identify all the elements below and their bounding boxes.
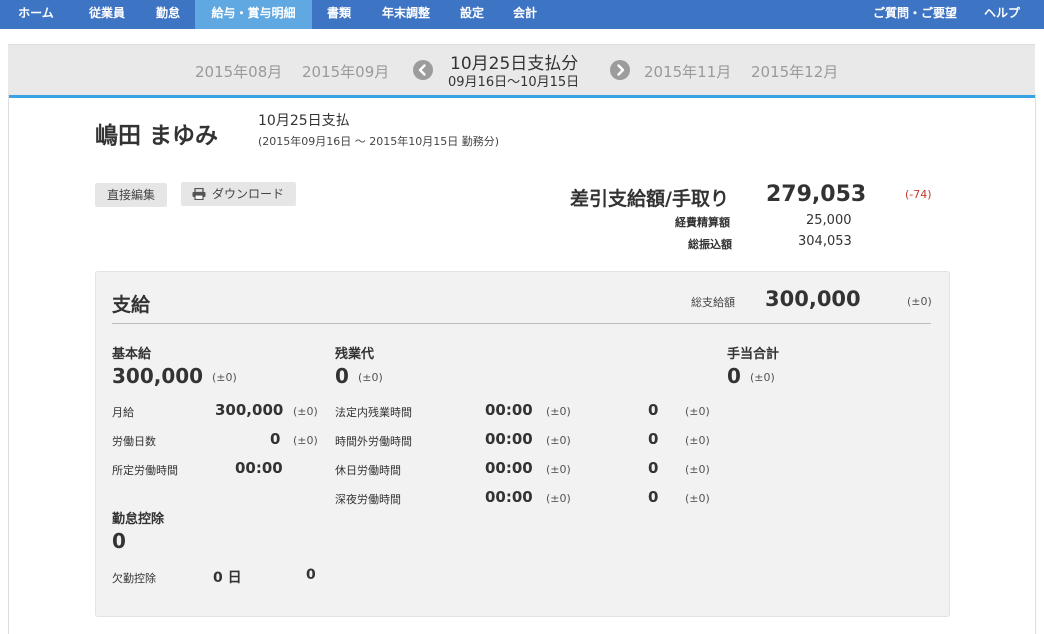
transfer-label: 総振込額 <box>688 238 732 251</box>
ot-row-amount: 0 <box>648 459 659 477</box>
overtime-title: 残業代 <box>335 347 375 362</box>
ot-row-time: 00:00 <box>485 488 533 506</box>
ot-row-amount: 0 <box>648 401 659 419</box>
basic-pay-value: 300,000 <box>112 364 204 388</box>
printer-icon <box>192 187 206 201</box>
nav-attendance[interactable]: 勤怠 <box>142 0 194 29</box>
allowance-title: 手当合計 <box>727 347 780 362</box>
ot-row-time-diff: (±0) <box>546 405 571 418</box>
current-pay-range: 09月16日〜10月15日 <box>448 75 580 90</box>
ot-row-amount-diff: (±0) <box>685 492 710 505</box>
month-link-next-1[interactable]: 2015年11月 <box>644 61 731 82</box>
work-days-value: 0 <box>270 430 281 448</box>
monthly-pay-diff: (±0) <box>293 405 318 418</box>
ot-row-label: 法定内残業時間 <box>335 406 412 419</box>
overtime-diff: (±0) <box>358 371 383 384</box>
ot-row-time-diff: (±0) <box>546 492 571 505</box>
nav-feedback[interactable]: ご質問・ご要望 <box>860 0 970 29</box>
ot-row-amount-diff: (±0) <box>685 405 710 418</box>
ot-row-label: 時間外労働時間 <box>335 435 412 448</box>
next-month-button[interactable] <box>610 60 630 80</box>
ot-row-time-diff: (±0) <box>546 463 571 476</box>
basic-pay-title: 基本給 <box>112 347 152 362</box>
download-label: ダウンロード <box>212 187 285 201</box>
chevron-left-icon <box>418 64 426 76</box>
overtime-value: 0 <box>335 364 349 388</box>
nav-home[interactable]: ホーム <box>0 0 72 29</box>
prev-month-button[interactable] <box>413 60 433 80</box>
month-link-next-2[interactable]: 2015年12月 <box>751 61 838 82</box>
scheduled-hours-label: 所定労働時間 <box>112 464 178 477</box>
nav-help[interactable]: ヘルプ <box>970 0 1034 29</box>
transfer-value: 304,053 <box>798 234 852 249</box>
work-days-label: 労働日数 <box>112 435 156 448</box>
total-pay-diff: (±0) <box>907 295 932 308</box>
monthly-pay-label: 月給 <box>112 406 134 419</box>
nav-payslip[interactable]: 給与・賞与明細 <box>195 0 312 29</box>
direct-edit-label: 直接編集 <box>107 188 156 202</box>
allowance-diff: (±0) <box>750 371 775 384</box>
nav-year-end[interactable]: 年末調整 <box>366 0 446 29</box>
ot-row-amount: 0 <box>648 430 659 448</box>
ot-row-time: 00:00 <box>485 401 533 419</box>
month-link-prev-2[interactable]: 2015年08月 <box>195 61 282 82</box>
nav-settings[interactable]: 設定 <box>446 0 498 29</box>
total-pay-value: 300,000 <box>765 287 861 311</box>
ot-row-amount: 0 <box>648 488 659 506</box>
ot-row-time-diff: (±0) <box>546 434 571 447</box>
chevron-right-icon <box>617 64 625 76</box>
work-period: (2015年09月16日 〜 2015年10月15日 勤務分) <box>258 135 500 148</box>
absence-deduction-value: 0 <box>112 529 126 553</box>
ot-row-amount-diff: (±0) <box>685 434 710 447</box>
payment-title: 支給 <box>112 294 151 316</box>
work-days-diff: (±0) <box>293 434 318 447</box>
expense-value: 25,000 <box>806 213 852 228</box>
month-link-prev-1[interactable]: 2015年09月 <box>302 61 389 82</box>
absence-deduction-title: 勤怠控除 <box>112 512 165 527</box>
monthly-pay-value: 300,000 <box>215 401 284 419</box>
net-pay-label: 差引支給額/手取り <box>570 188 729 210</box>
absence-row-amount: 0 <box>306 567 316 583</box>
nav-accounting[interactable]: 会計 <box>498 0 552 29</box>
absence-row-label: 欠勤控除 <box>112 572 156 585</box>
payment-divider <box>112 323 931 324</box>
basic-pay-diff: (±0) <box>212 371 237 384</box>
employee-name: 嶋田 まゆみ <box>95 123 219 149</box>
ot-row-time: 00:00 <box>485 459 533 477</box>
absence-row-days: 0 日 <box>213 570 242 586</box>
top-nav: ホーム 従業員 勤怠 給与・賞与明細 書類 年末調整 設定 会計 ご質問・ご要望… <box>0 0 1044 29</box>
net-pay-value: 279,053 <box>766 182 867 207</box>
ot-row-amount-diff: (±0) <box>685 463 710 476</box>
nav-employees[interactable]: 従業員 <box>72 0 142 29</box>
ot-row-time: 00:00 <box>485 430 533 448</box>
month-selector: 2015年08月 2015年09月 10月25日支払分 09月16日〜10月15… <box>8 44 1035 98</box>
allowance-value: 0 <box>727 364 741 388</box>
ot-row-label: 休日労働時間 <box>335 464 401 477</box>
expense-label: 経費精算額 <box>675 216 730 229</box>
direct-edit-button[interactable]: 直接編集 <box>95 183 168 207</box>
nav-documents[interactable]: 書類 <box>312 0 366 29</box>
total-pay-label: 総支給額 <box>691 296 735 309</box>
net-pay-diff: (-74) <box>905 188 932 201</box>
download-button[interactable]: ダウンロード <box>181 182 297 206</box>
payday-label: 10月25日支払 <box>258 113 350 129</box>
scheduled-hours-value: 00:00 <box>235 459 283 477</box>
ot-row-label: 深夜労働時間 <box>335 493 401 506</box>
